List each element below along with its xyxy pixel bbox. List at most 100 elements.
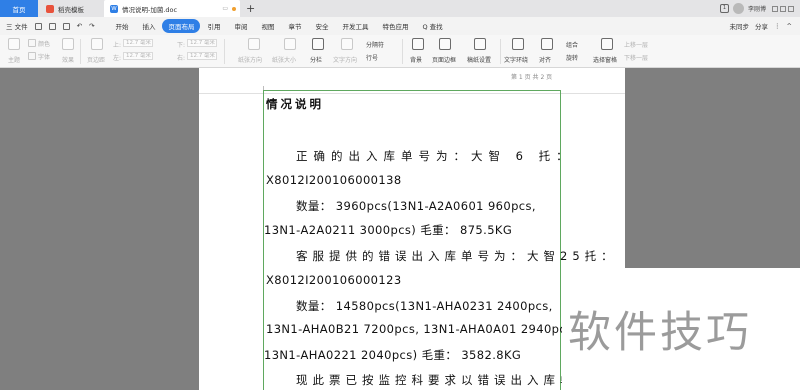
theme-icon[interactable] bbox=[8, 38, 20, 50]
doc-line-4[interactable]: 13N1-A2A0211 3000pcs) 毛重： 875.5KG bbox=[264, 222, 512, 238]
watermark-text: 软件技巧 bbox=[568, 308, 752, 358]
tab-document-label: 情况说明-加菌.doc bbox=[122, 5, 178, 14]
unsaved-dot-icon bbox=[232, 6, 236, 11]
bring-forward-button[interactable]: 上移一层 bbox=[624, 40, 648, 49]
file-menu-button[interactable]: 三 文件 bbox=[6, 21, 28, 31]
user-name[interactable]: 李刚博 bbox=[748, 4, 766, 13]
tab-start[interactable]: 开始 bbox=[108, 19, 135, 33]
share-button[interactable]: 分享 bbox=[755, 21, 768, 31]
tab-page-layout[interactable]: 页面布局 bbox=[162, 19, 201, 33]
tab-sections[interactable]: 章节 bbox=[281, 19, 308, 33]
columns-button[interactable]: 分栏 bbox=[310, 55, 322, 64]
left-margin-input[interactable]: 12.7 毫米 bbox=[123, 52, 153, 60]
orientation-button[interactable]: 纸张方向 bbox=[238, 55, 262, 64]
divider bbox=[402, 39, 403, 64]
doc-line-5[interactable]: 客服提供的错误出入库单号为：大智25托： bbox=[296, 248, 618, 264]
tab-references[interactable]: 引用 bbox=[200, 19, 227, 33]
tab-developer[interactable]: 开发工具 bbox=[335, 19, 375, 33]
divider bbox=[80, 39, 81, 64]
fonts-icon bbox=[28, 52, 36, 60]
search-button[interactable]: Q 查找 bbox=[415, 19, 449, 33]
doc-line-3[interactable]: 数量： 3960pcs(13N1-A2A0601 960pcs, bbox=[296, 198, 536, 214]
fonts-button[interactable]: 字体 bbox=[38, 52, 50, 61]
doc-title[interactable]: 情况说明 bbox=[266, 96, 324, 112]
paper-size-button[interactable]: 纸张大小 bbox=[272, 55, 296, 64]
select-pane-icon[interactable] bbox=[601, 38, 613, 50]
orientation-icon[interactable] bbox=[248, 38, 260, 50]
rotate-button[interactable]: 旋转 bbox=[566, 53, 578, 62]
tab-document-controls[interactable]: ▭ bbox=[222, 5, 236, 12]
new-tab-button[interactable]: + bbox=[246, 0, 255, 17]
margins-icon[interactable] bbox=[91, 38, 103, 50]
select-pane-button[interactable]: 选择窗格 bbox=[593, 55, 617, 64]
colors-button[interactable]: 颜色 bbox=[38, 39, 50, 48]
menu-right: 未同步 分享 ⋮ ^ bbox=[730, 21, 800, 31]
export-pdf-icon[interactable] bbox=[62, 22, 70, 30]
top-margin-label: 上: bbox=[113, 42, 122, 49]
columns-icon[interactable] bbox=[312, 38, 324, 50]
right-margin-label: 右: bbox=[177, 55, 186, 62]
close-icon[interactable] bbox=[788, 5, 794, 12]
minimize-icon[interactable] bbox=[772, 5, 778, 12]
doc-line-9[interactable]: 13N1-AHA0221 2040pcs) 毛重： 3582.8KG bbox=[264, 347, 521, 363]
doc-line-1[interactable]: 正确的出入库单号为：大智 6 托： bbox=[296, 148, 574, 164]
bottom-margin-input[interactable]: 12.7 毫米 bbox=[187, 39, 217, 47]
tab-security[interactable]: 安全 bbox=[308, 19, 335, 33]
text-wrap-icon[interactable] bbox=[512, 38, 524, 50]
tab-review[interactable]: 审阅 bbox=[227, 19, 254, 33]
draft-paper-button[interactable]: 稿纸设置 bbox=[467, 55, 491, 64]
sync-status[interactable]: 未同步 bbox=[730, 21, 750, 31]
tab-home-label: 首页 bbox=[12, 5, 26, 14]
divider bbox=[224, 39, 225, 64]
more-icon[interactable]: ⋮ bbox=[774, 22, 781, 30]
tab-insert[interactable]: 插入 bbox=[135, 19, 162, 33]
page-indicator: 第 1 页 共 2 页 bbox=[511, 74, 553, 81]
align-button[interactable]: 对齐 bbox=[539, 55, 551, 64]
draft-paper-icon[interactable] bbox=[474, 38, 486, 50]
group-button[interactable]: 组合 bbox=[566, 40, 578, 49]
doc-line-10[interactable]: 现此票已按监控科要求以错误出入库单25 bbox=[296, 372, 601, 388]
background-button[interactable]: 背景 bbox=[410, 55, 422, 64]
theme-button[interactable]: 主题 bbox=[8, 55, 20, 64]
ribbon-tabs: 开始 插入 页面布局 引用 审阅 视图 章节 安全 开发工具 特色应用 Q 查找 bbox=[108, 19, 449, 33]
tab-document[interactable]: W 情况说明-加菌.doc ▭ bbox=[104, 0, 240, 17]
bottom-margin-label: 下: bbox=[177, 42, 186, 49]
tab-special[interactable]: 特色应用 bbox=[375, 19, 415, 33]
send-backward-button[interactable]: 下移一层 bbox=[624, 53, 648, 62]
colors-icon bbox=[28, 39, 36, 47]
redo-icon[interactable]: ↷ bbox=[89, 22, 94, 30]
break-button[interactable]: 分隔符 bbox=[366, 40, 384, 49]
tab-template[interactable]: 稻壳模板 bbox=[38, 0, 102, 17]
text-direction-button[interactable]: 文字方向 bbox=[333, 55, 357, 64]
doc-line-6[interactable]: X8012I200106000123 bbox=[266, 273, 402, 287]
doc-line-2[interactable]: X8012I200106000138 bbox=[266, 173, 402, 187]
page-border-icon[interactable] bbox=[439, 38, 451, 50]
paper-size-icon[interactable] bbox=[284, 38, 296, 50]
tab-home[interactable]: 首页 bbox=[0, 0, 38, 17]
print-icon[interactable] bbox=[48, 22, 56, 30]
doc-line-8[interactable]: 13N1-AHA0B21 7200pcs, 13N1-AHA0A01 2940p… bbox=[266, 322, 577, 336]
top-margin-input[interactable]: 12.7 毫米 bbox=[123, 39, 153, 47]
maximize-icon[interactable] bbox=[780, 5, 786, 12]
text-direction-icon[interactable] bbox=[341, 38, 353, 50]
doc-line-7[interactable]: 数量： 14580pcs(13N1-AHA0231 2400pcs, bbox=[296, 298, 553, 314]
text-wrap-button[interactable]: 文字环绕 bbox=[504, 55, 528, 64]
text-box-frame[interactable] bbox=[263, 90, 561, 390]
collapse-ribbon-icon[interactable]: ^ bbox=[787, 22, 792, 30]
save-icon[interactable] bbox=[34, 22, 42, 30]
notification-badge[interactable]: 1 bbox=[719, 4, 729, 13]
page-border-button[interactable]: 页面边框 bbox=[432, 55, 456, 64]
align-icon[interactable] bbox=[541, 38, 553, 50]
background-icon[interactable] bbox=[412, 38, 424, 50]
right-margin-input[interactable]: 12.7 毫米 bbox=[187, 52, 217, 60]
undo-icon[interactable]: ↶ bbox=[77, 22, 82, 30]
quick-access: 三 文件 ↶ ↷ bbox=[0, 21, 94, 31]
avatar[interactable] bbox=[732, 3, 744, 14]
effects-icon[interactable] bbox=[62, 38, 74, 50]
margins-button[interactable]: 页边距 bbox=[87, 55, 105, 64]
line-numbers-button[interactable]: 行号 bbox=[366, 53, 378, 62]
left-margin-label: 左: bbox=[113, 55, 122, 62]
title-tab-bar: 首页 稻壳模板 W 情况说明-加菌.doc ▭ + 1 李刚博 bbox=[0, 0, 800, 17]
effects-button[interactable]: 效果 bbox=[62, 55, 74, 64]
tab-view[interactable]: 视图 bbox=[254, 19, 281, 33]
